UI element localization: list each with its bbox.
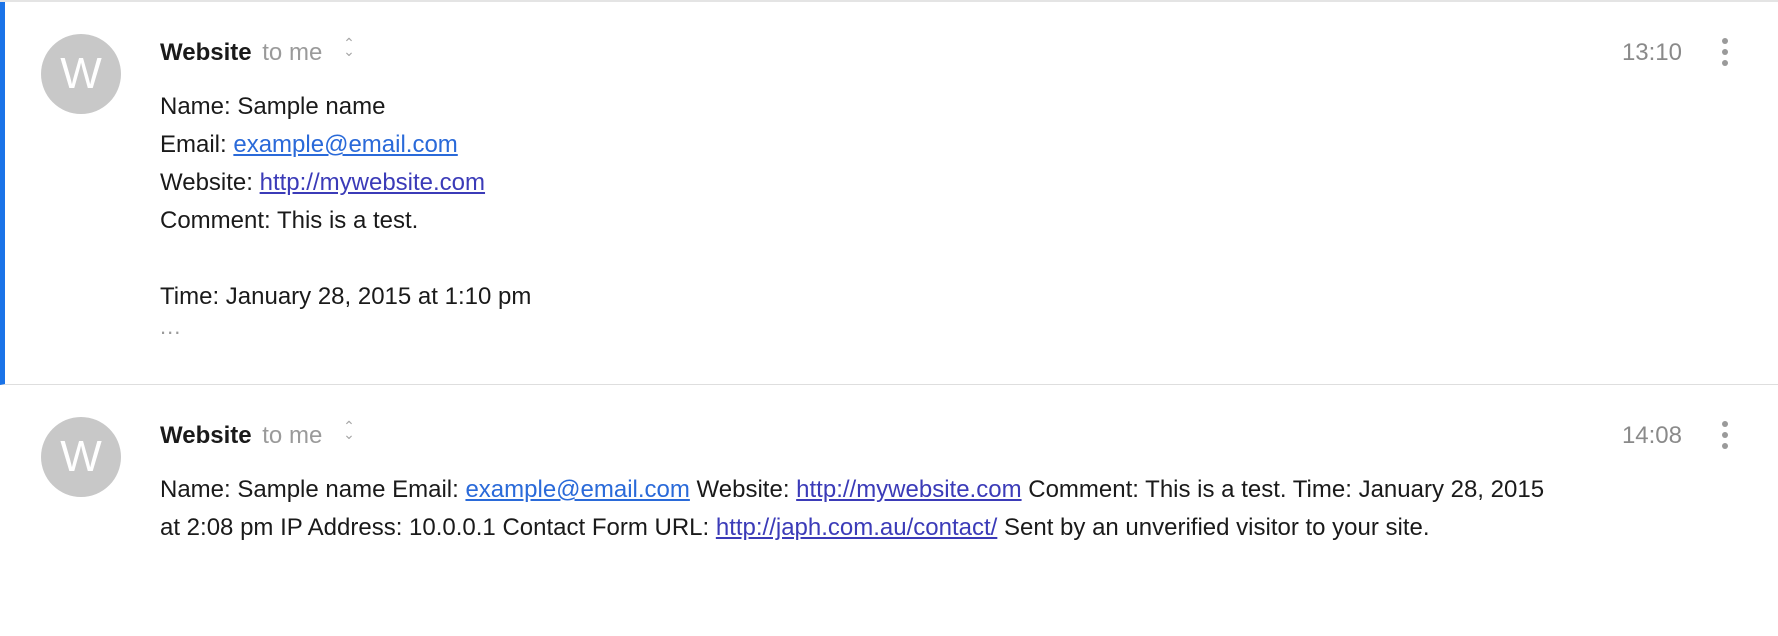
email-thread: W Website to me ⌃ ⌄ 13:10 Name: Sample na… [0, 0, 1778, 636]
chevron-up-down-icon[interactable]: ⌃ ⌄ [343, 419, 355, 441]
message-header: Website to me ⌃ ⌄ [160, 419, 355, 451]
email-message[interactable]: W Website to me ⌃ ⌄ 13:10 Name: Sample na… [0, 2, 1778, 385]
avatar[interactable]: W [41, 417, 121, 497]
recipient-label: to me [262, 422, 323, 449]
email-line: Email: example@email.com [160, 131, 458, 158]
show-trimmed-content-button[interactable]: ... [160, 316, 531, 338]
website-link[interactable]: http://mywebsite.com [260, 169, 485, 196]
avatar[interactable]: W [41, 34, 121, 114]
more-vertical-icon[interactable] [1720, 38, 1730, 72]
name-line: Name: Sample name [160, 93, 386, 120]
website-link[interactable]: http://mywebsite.com [796, 476, 1021, 503]
sender-name[interactable]: Website [160, 39, 252, 66]
chevron-up-down-icon[interactable]: ⌃ ⌄ [343, 36, 355, 58]
email-link[interactable]: example@email.com [233, 131, 457, 158]
recipient-label: to me [262, 39, 323, 66]
email-message[interactable]: W Website to me ⌃ ⌄ 14:08 Name: Sample na… [0, 385, 1778, 635]
message-header: Website to me ⌃ ⌄ [160, 36, 355, 68]
message-time: 14:08 [1621, 422, 1682, 449]
website-line: Website: http://mywebsite.com [160, 169, 486, 196]
message-body: Name: Sample name Email: example@email.c… [160, 476, 1545, 541]
message-body: Name: Sample name Email: example@email.c… [160, 88, 531, 338]
sender-name[interactable]: Website [160, 422, 252, 449]
email-link[interactable]: example@email.com [465, 476, 689, 503]
more-vertical-icon[interactable] [1720, 421, 1730, 455]
message-time: 13:10 [1621, 39, 1682, 66]
contact-form-link[interactable]: http://japh.com.au/contact/ [716, 514, 998, 541]
comment-line: Comment: This is a test. [160, 207, 419, 234]
time-line: Time: January 28, 2015 at 1:10 pm [160, 283, 532, 310]
